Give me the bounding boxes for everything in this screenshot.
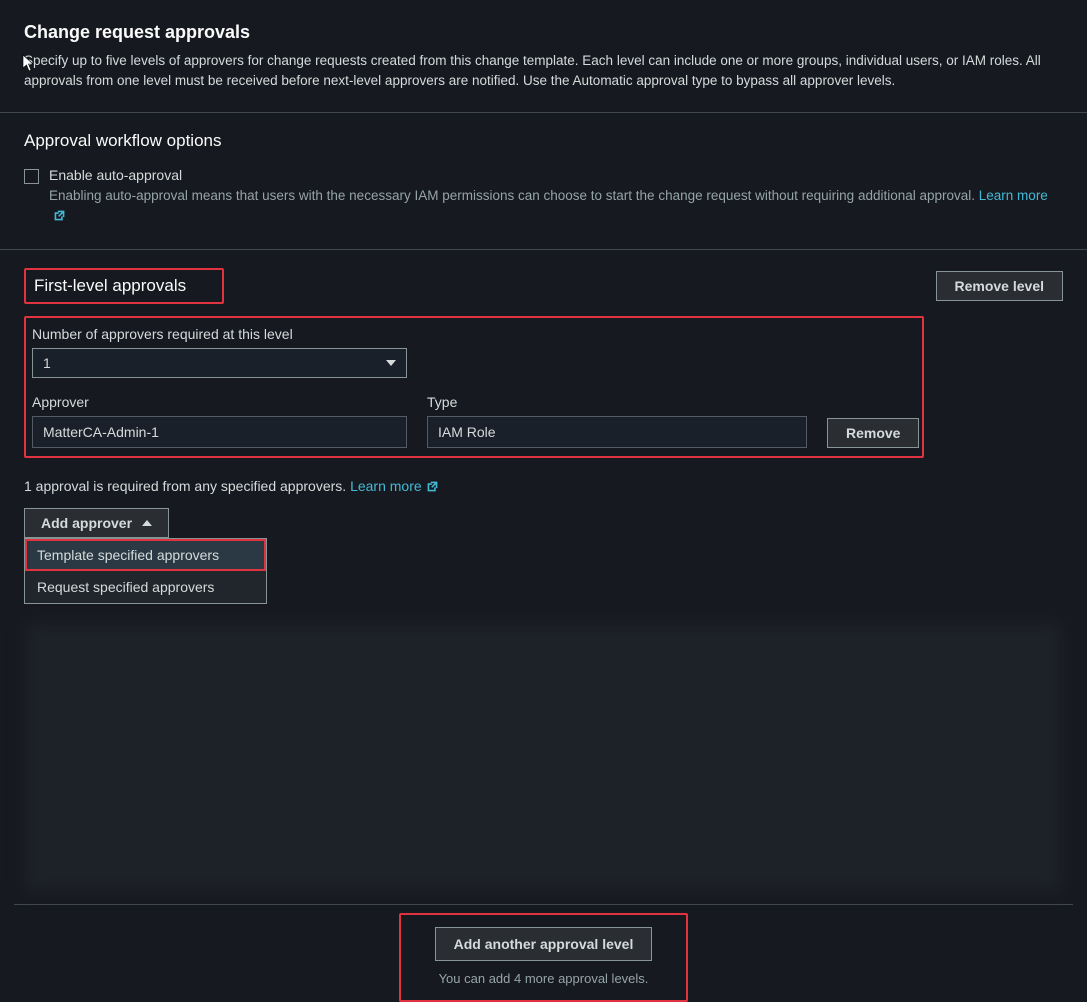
remove-approver-button[interactable]: Remove <box>827 418 919 448</box>
add-approval-level-button[interactable]: Add another approval level <box>435 927 653 961</box>
external-link-icon <box>53 209 66 222</box>
enable-auto-approval-desc: Enabling auto-approval means that users … <box>49 186 1063 225</box>
required-approval-note: 1 approval is required from any specifie… <box>0 468 1087 494</box>
add-approver-button[interactable]: Add approver <box>24 508 169 538</box>
enable-auto-approval-label: Enable auto-approval <box>49 167 1063 183</box>
menu-item-request-approvers[interactable]: Request specified approvers <box>25 571 266 603</box>
chevron-down-icon <box>386 360 396 366</box>
add-level-zone: Add another approval level You can add 4… <box>399 913 689 1002</box>
divider <box>14 904 1073 905</box>
menu-item-template-approvers[interactable]: Template specified approvers <box>25 539 266 571</box>
add-approver-menu: Template specified approvers Request spe… <box>24 538 267 604</box>
approvers-config: Number of approvers required at this lev… <box>24 316 924 458</box>
workflow-heading: Approval workflow options <box>24 131 1063 151</box>
external-link-icon <box>426 480 439 493</box>
first-level-heading: First-level approvals <box>26 270 222 302</box>
learn-more-link[interactable]: Learn more <box>350 478 439 494</box>
blurred-content <box>24 622 1063 892</box>
chevron-up-icon <box>142 520 152 526</box>
approver-field[interactable]: MatterCA-Admin-1 <box>32 416 407 448</box>
approver-label: Approver <box>32 394 407 410</box>
num-approvers-select[interactable]: 1 <box>32 348 407 378</box>
type-label: Type <box>427 394 807 410</box>
num-approvers-label: Number of approvers required at this lev… <box>32 326 916 342</box>
enable-auto-approval-checkbox[interactable] <box>24 169 39 184</box>
page-description: Specify up to five levels of approvers f… <box>24 51 1063 90</box>
page-title: Change request approvals <box>24 22 1063 43</box>
type-field[interactable]: IAM Role <box>427 416 807 448</box>
remaining-levels-note: You can add 4 more approval levels. <box>439 971 649 986</box>
remove-level-button[interactable]: Remove level <box>936 271 1064 301</box>
